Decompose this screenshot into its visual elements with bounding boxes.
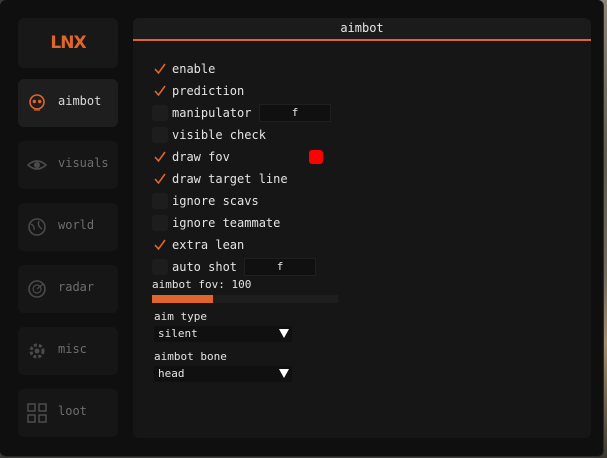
option-auto-shot[interactable]: auto shot <box>152 258 237 276</box>
fov-slider[interactable] <box>152 295 338 303</box>
fov-color-picker[interactable] <box>309 150 323 164</box>
cheat-menu-window: LNX aimbot visuals world radar misc loot… <box>0 0 604 457</box>
option-label: draw fov <box>172 150 230 164</box>
logo-text: LNX <box>50 33 86 53</box>
option-label: prediction <box>172 84 245 98</box>
radar-icon <box>28 280 46 298</box>
checkmark-icon <box>154 63 166 75</box>
option-manipulator[interactable]: manipulator <box>152 104 251 122</box>
aimbot-bone-dropdown[interactable]: head <box>154 366 292 382</box>
option-label: visible check <box>172 128 266 142</box>
option-label: draw target line <box>172 172 288 186</box>
checkmark-icon <box>154 151 166 163</box>
grid-icon <box>27 403 47 423</box>
dropdown-arrow-icon <box>279 329 289 338</box>
checkmark-icon <box>154 239 166 251</box>
fov-slider-fill <box>152 295 214 303</box>
aim-type-dropdown[interactable]: silent <box>154 326 292 342</box>
option-enable[interactable]: enable <box>152 60 215 78</box>
option-ignore-teammate[interactable]: ignore teammate <box>152 214 280 232</box>
sidebar-item-label: world <box>58 218 95 232</box>
dropdown-arrow-icon <box>279 369 289 378</box>
aimbot-bone-label: aimbot bone <box>154 350 227 363</box>
checkbox[interactable] <box>152 259 168 275</box>
sidebar-item-label: visuals <box>58 156 109 170</box>
option-draw-target-line[interactable]: draw target line <box>152 170 288 188</box>
checkbox[interactable] <box>152 171 168 187</box>
aimbot-bone-value: head <box>158 367 185 380</box>
option-ignore-scavs[interactable]: ignore scavs <box>152 192 259 210</box>
sidebar-item-label: loot <box>58 404 87 418</box>
option-extra-lean[interactable]: extra lean <box>152 236 244 254</box>
eye-icon <box>27 160 47 170</box>
checkbox[interactable] <box>152 127 168 143</box>
sidebar-item-label: misc <box>58 342 87 356</box>
option-label: manipulator <box>172 106 252 120</box>
checkbox[interactable] <box>152 193 168 209</box>
option-label: enable <box>172 62 216 76</box>
option-visible-check[interactable]: visible check <box>152 126 266 144</box>
sidebar-item-visuals[interactable]: visuals <box>18 141 118 189</box>
option-label: auto shot <box>172 260 238 274</box>
aimbot-panel: aimbot enable prediction manipulator f v… <box>133 18 591 438</box>
sidebar-item-label: aimbot <box>58 94 102 108</box>
checkbox[interactable] <box>152 61 168 77</box>
sidebar-item-aimbot[interactable]: aimbot <box>18 79 118 127</box>
panel-title: aimbot <box>133 18 591 41</box>
sidebar-item-radar[interactable]: radar <box>18 265 118 313</box>
globe-icon <box>28 218 46 236</box>
gear-icon <box>29 343 45 359</box>
aim-type-label: aim type <box>154 310 207 323</box>
option-label: extra lean <box>172 238 245 252</box>
auto-shot-keybind[interactable]: f <box>244 258 316 276</box>
sidebar-item-world[interactable]: world <box>18 203 118 251</box>
checkmark-icon <box>154 173 166 185</box>
checkbox[interactable] <box>152 105 168 121</box>
manipulator-keybind[interactable]: f <box>259 104 331 122</box>
checkbox[interactable] <box>152 215 168 231</box>
option-prediction[interactable]: prediction <box>152 82 244 100</box>
option-label: ignore scavs <box>172 194 259 208</box>
aim-type-value: silent <box>158 327 198 340</box>
fov-slider-label: aimbot fov: 100 <box>152 278 252 291</box>
skull-icon <box>29 94 45 111</box>
logo: LNX <box>18 18 118 68</box>
option-label: ignore teammate <box>172 216 281 230</box>
checkbox[interactable] <box>152 83 168 99</box>
sidebar-item-loot[interactable]: loot <box>18 389 118 437</box>
checkbox[interactable] <box>152 149 168 165</box>
checkbox[interactable] <box>152 237 168 253</box>
option-draw-fov[interactable]: draw fov <box>152 148 230 166</box>
sidebar-item-label: radar <box>58 280 95 294</box>
checkmark-icon <box>154 85 166 97</box>
sidebar-item-misc[interactable]: misc <box>18 327 118 375</box>
sidebar: LNX aimbot visuals world radar misc loot <box>0 0 130 456</box>
